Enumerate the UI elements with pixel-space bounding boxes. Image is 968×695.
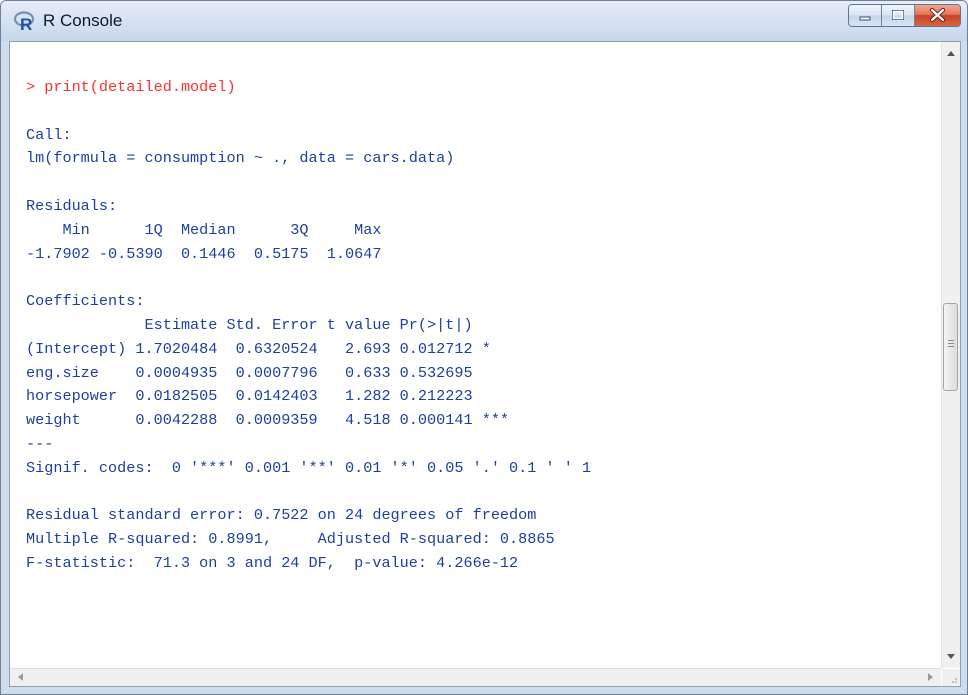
title-bar[interactable]: R R Console bbox=[1, 1, 967, 41]
console-output-line: Multiple R-squared: 0.8991, Adjusted R-s… bbox=[26, 530, 564, 549]
console-output-line: lm(formula = consumption ~ ., data = car… bbox=[26, 149, 455, 168]
svg-text:R: R bbox=[20, 15, 32, 32]
console-output-line: horsepower 0.0182505 0.0142403 1.282 0.2… bbox=[26, 387, 510, 406]
console-command-line: > print(detailed.model) bbox=[26, 78, 236, 96]
close-icon bbox=[930, 8, 945, 22]
resize-grip[interactable] bbox=[942, 669, 960, 686]
console-output[interactable]: > print(detailed.model) Call: lm(formula =… bbox=[10, 42, 941, 668]
horizontal-scrollbar[interactable] bbox=[10, 668, 941, 686]
console-output-line: weight 0.0042288 0.0009359 4.518 0.00014… bbox=[26, 411, 510, 430]
scroll-right-icon[interactable] bbox=[928, 673, 933, 681]
vertical-scrollbar[interactable] bbox=[941, 42, 960, 668]
scroll-down-icon[interactable] bbox=[947, 654, 955, 659]
console-output-line: eng.size 0.0004935 0.0007796 0.633 0.532… bbox=[26, 363, 510, 382]
maximize-button[interactable] bbox=[882, 5, 915, 26]
close-button[interactable] bbox=[915, 5, 960, 26]
r-logo-icon: R bbox=[14, 11, 35, 32]
minimize-button[interactable] bbox=[849, 5, 882, 26]
scroll-left-icon[interactable] bbox=[18, 673, 23, 681]
console-client-area: > print(detailed.model) Call: lm(formula =… bbox=[9, 41, 961, 687]
console-output-line: F-statistic: 71.3 on 3 and 24 DF, p-valu… bbox=[26, 553, 519, 572]
scroll-up-icon[interactable] bbox=[947, 51, 955, 56]
console-output-line: Signif. codes: 0 '***' 0.001 '**' 0.01 '… bbox=[26, 458, 601, 477]
console-output-line: Residuals: bbox=[26, 196, 118, 215]
console-output-line: --- bbox=[26, 434, 54, 453]
console-output-line: -1.7902 -0.5390 0.1446 0.5175 1.0647 bbox=[26, 244, 391, 263]
resize-grip-icon bbox=[952, 678, 957, 683]
grip-icon bbox=[948, 346, 954, 347]
console-output-line: Call: bbox=[26, 125, 72, 144]
maximize-icon bbox=[892, 10, 904, 20]
console-output-line: Coefficients: bbox=[26, 292, 145, 311]
minimize-icon bbox=[859, 16, 871, 21]
window-title: R Console bbox=[43, 11, 123, 30]
console-output-line: Estimate Std. Error t value Pr(>|t|) bbox=[26, 315, 510, 334]
console-output-line: Min 1Q Median 3Q Max bbox=[26, 220, 391, 239]
caption-buttons bbox=[848, 4, 961, 27]
r-console-window: R R Console > print(detailed.model) Call… bbox=[0, 0, 968, 695]
console-output-line: Residual standard error: 0.7522 on 24 de… bbox=[26, 506, 537, 525]
grip-icon bbox=[948, 340, 954, 341]
vertical-scroll-thumb[interactable] bbox=[943, 303, 958, 391]
console-lines: > print(detailed.model) Call: lm(formula =… bbox=[26, 76, 600, 576]
grip-icon bbox=[948, 343, 954, 344]
console-output-line: (Intercept) 1.7020484 0.6320524 2.693 0.… bbox=[26, 339, 510, 358]
